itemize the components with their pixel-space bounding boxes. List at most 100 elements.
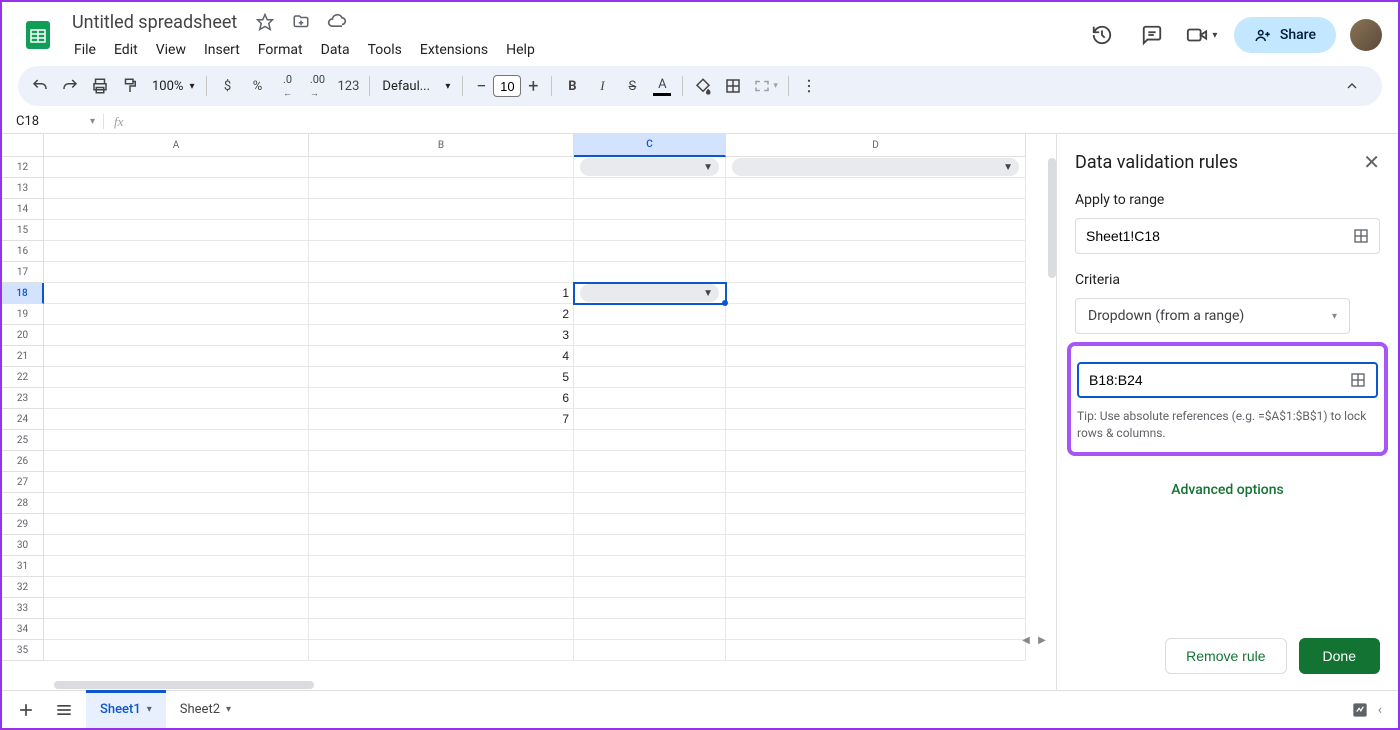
- cell[interactable]: [44, 157, 309, 178]
- borders-button[interactable]: [719, 72, 747, 100]
- row-header[interactable]: 21: [2, 346, 44, 367]
- cell[interactable]: [726, 514, 1026, 535]
- dropdown-chip[interactable]: ▼: [732, 158, 1019, 176]
- meet-icon[interactable]: ▾: [1184, 17, 1220, 53]
- column-header[interactable]: D: [726, 134, 1026, 157]
- close-icon[interactable]: ✕: [1363, 150, 1380, 174]
- menu-data[interactable]: Data: [313, 38, 358, 62]
- scroll-right-button[interactable]: ▶: [1034, 632, 1050, 648]
- paint-format-button[interactable]: [116, 72, 144, 100]
- menu-tools[interactable]: Tools: [360, 38, 410, 62]
- cell[interactable]: [574, 598, 726, 619]
- cell[interactable]: [726, 430, 1026, 451]
- column-header[interactable]: A: [44, 134, 309, 157]
- row-header[interactable]: 13: [2, 178, 44, 199]
- row-header[interactable]: 14: [2, 199, 44, 220]
- row-header[interactable]: 33: [2, 598, 44, 619]
- row-header[interactable]: 27: [2, 472, 44, 493]
- column-header[interactable]: C: [574, 134, 726, 157]
- cell[interactable]: [574, 493, 726, 514]
- cell[interactable]: 5: [309, 367, 574, 388]
- cell[interactable]: [309, 178, 574, 199]
- cell[interactable]: [309, 556, 574, 577]
- vertical-scrollbar[interactable]: [1048, 158, 1056, 278]
- cell[interactable]: [44, 199, 309, 220]
- row-header[interactable]: 31: [2, 556, 44, 577]
- sheet-tab[interactable]: Sheet2▾: [166, 691, 245, 728]
- row-header[interactable]: 25: [2, 430, 44, 451]
- cell[interactable]: [726, 535, 1026, 556]
- cell[interactable]: 2: [309, 304, 574, 325]
- cell[interactable]: [574, 472, 726, 493]
- row-header[interactable]: 16: [2, 241, 44, 262]
- apply-range-field[interactable]: [1075, 218, 1380, 254]
- row-header[interactable]: 12: [2, 157, 44, 178]
- more-toolbar-button[interactable]: [795, 72, 823, 100]
- move-icon[interactable]: [287, 8, 315, 36]
- dropdown-chip[interactable]: ▼: [580, 284, 719, 302]
- sheet-tab[interactable]: Sheet1▾: [86, 691, 166, 728]
- cell[interactable]: [309, 199, 574, 220]
- star-icon[interactable]: [251, 8, 279, 36]
- cell[interactable]: [309, 577, 574, 598]
- cell[interactable]: [44, 283, 309, 304]
- cell[interactable]: ▼: [726, 157, 1026, 178]
- cell[interactable]: [44, 262, 309, 283]
- row-header[interactable]: 22: [2, 367, 44, 388]
- cell[interactable]: [574, 430, 726, 451]
- row-header[interactable]: 23: [2, 388, 44, 409]
- cell[interactable]: [726, 598, 1026, 619]
- cell[interactable]: [574, 556, 726, 577]
- row-header[interactable]: 28: [2, 493, 44, 514]
- cell[interactable]: [309, 514, 574, 535]
- cell[interactable]: [574, 451, 726, 472]
- text-color-button[interactable]: A: [648, 72, 676, 100]
- italic-button[interactable]: I: [588, 72, 616, 100]
- menu-format[interactable]: Format: [250, 38, 311, 62]
- cell[interactable]: [44, 220, 309, 241]
- row-header[interactable]: 30: [2, 535, 44, 556]
- row-header[interactable]: 35: [2, 640, 44, 661]
- cell[interactable]: [309, 430, 574, 451]
- done-button[interactable]: Done: [1299, 638, 1380, 674]
- cell[interactable]: [574, 199, 726, 220]
- font-select[interactable]: Defaul...▾: [376, 79, 456, 94]
- cell[interactable]: [44, 619, 309, 640]
- criteria-range-field[interactable]: [1077, 362, 1378, 398]
- cell[interactable]: [44, 535, 309, 556]
- cell[interactable]: [574, 409, 726, 430]
- cell[interactable]: [726, 325, 1026, 346]
- formula-bar[interactable]: [133, 110, 1398, 133]
- cell[interactable]: [726, 577, 1026, 598]
- advanced-options-link[interactable]: Advanced options: [1075, 482, 1380, 498]
- cell[interactable]: [574, 325, 726, 346]
- menu-insert[interactable]: Insert: [196, 38, 248, 62]
- cell[interactable]: 6: [309, 388, 574, 409]
- cell[interactable]: [44, 451, 309, 472]
- row-header[interactable]: 20: [2, 325, 44, 346]
- row-header[interactable]: 15: [2, 220, 44, 241]
- more-formats-button[interactable]: 123: [333, 72, 363, 100]
- cell[interactable]: [726, 556, 1026, 577]
- cell[interactable]: [574, 220, 726, 241]
- cell[interactable]: [574, 577, 726, 598]
- currency-button[interactable]: $: [213, 72, 241, 100]
- row-header[interactable]: 17: [2, 262, 44, 283]
- share-button[interactable]: Share: [1234, 17, 1336, 53]
- cell[interactable]: [726, 304, 1026, 325]
- cell[interactable]: [309, 241, 574, 262]
- chevron-down-icon[interactable]: ▾: [226, 704, 231, 715]
- decrease-font-button[interactable]: −: [469, 74, 493, 98]
- grid-icon[interactable]: [1350, 372, 1366, 388]
- row-header[interactable]: 32: [2, 577, 44, 598]
- row-header[interactable]: 18: [2, 283, 44, 304]
- cell[interactable]: [44, 409, 309, 430]
- comment-icon[interactable]: [1134, 17, 1170, 53]
- menu-extensions[interactable]: Extensions: [412, 38, 496, 62]
- cell[interactable]: [574, 514, 726, 535]
- cell[interactable]: 1: [309, 283, 574, 304]
- cell[interactable]: [44, 304, 309, 325]
- cell[interactable]: [726, 283, 1026, 304]
- row-header[interactable]: 26: [2, 451, 44, 472]
- select-all-cells[interactable]: [2, 134, 44, 157]
